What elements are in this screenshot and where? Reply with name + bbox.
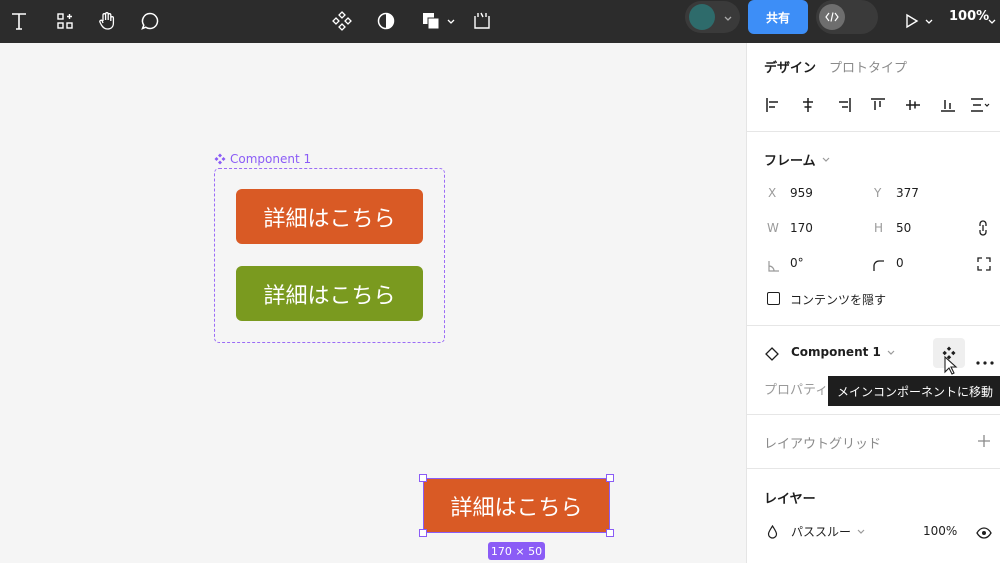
rotation-input[interactable]: 0°: [790, 256, 804, 270]
instance-component-name[interactable]: Component 1: [791, 345, 895, 359]
chevron-down-icon[interactable]: [987, 14, 997, 28]
variant-button-green[interactable]: 詳細はこちら: [236, 266, 423, 321]
align-right-icon[interactable]: [834, 95, 854, 115]
text-tool-icon[interactable]: [5, 7, 33, 35]
x-label: X: [768, 186, 777, 200]
blend-mode-value: パススルー: [791, 525, 852, 539]
chevron-down-icon[interactable]: [924, 14, 934, 28]
boolean-icon[interactable]: [417, 7, 445, 35]
code-icon: [819, 4, 845, 30]
divider: [747, 414, 1000, 415]
contrast-icon[interactable]: [372, 7, 400, 35]
corner-radius-icon: [873, 257, 885, 276]
resize-handle-top-left[interactable]: [419, 474, 427, 482]
toolbar: 共有 100%: [0, 0, 1000, 43]
properties-label: プロパティ: [764, 383, 829, 398]
layer-title: レイヤー: [764, 492, 816, 507]
h-label: H: [874, 221, 884, 235]
selected-instance-button[interactable]: 詳細はこちら: [423, 478, 610, 533]
resize-handle-bottom-left[interactable]: [419, 529, 427, 537]
align-left-icon[interactable]: [763, 95, 783, 115]
size-badge: 170 × 50: [488, 542, 545, 560]
share-button[interactable]: 共有: [748, 0, 808, 34]
divider: [747, 325, 1000, 326]
avatar[interactable]: [689, 4, 715, 30]
chevron-down-icon: [887, 350, 895, 355]
individual-corners-icon[interactable]: [977, 256, 991, 275]
align-vertical-center-icon[interactable]: [903, 95, 923, 115]
component-icon: [214, 153, 226, 165]
divider: [747, 131, 1000, 132]
component-name: Component 1: [230, 152, 312, 166]
rotation-icon: [767, 257, 779, 276]
x-input[interactable]: 959: [790, 186, 813, 200]
crop-icon[interactable]: [468, 7, 496, 35]
frame-title: フレーム: [764, 154, 816, 169]
tab-prototype[interactable]: プロトタイプ: [829, 57, 907, 76]
cursor-icon: [944, 355, 958, 380]
distribute-icon[interactable]: [970, 95, 990, 115]
resize-handle-top-right[interactable]: [606, 474, 614, 482]
hand-tool-icon[interactable]: [93, 7, 121, 35]
clip-content-label: コンテンツを隠す: [790, 293, 887, 307]
opacity-input[interactable]: 100%: [923, 524, 957, 538]
variant-button-orange[interactable]: 詳細はこちら: [236, 189, 423, 244]
chevron-down-icon: [723, 11, 733, 25]
canvas[interactable]: Component 1 詳細はこちら 詳細はこちら 詳細はこちら 170 × 5…: [0, 43, 746, 563]
w-label: W: [767, 221, 779, 235]
blend-mode-select[interactable]: パススルー: [791, 523, 865, 540]
comment-icon[interactable]: [136, 7, 164, 35]
divider: [747, 468, 1000, 469]
chevron-down-icon: [857, 529, 865, 534]
h-input[interactable]: 50: [896, 221, 911, 235]
dev-mode-toggle[interactable]: [816, 0, 878, 34]
tab-design[interactable]: デザイン: [764, 57, 816, 76]
add-layout-grid-icon[interactable]: [977, 433, 991, 452]
align-bottom-icon[interactable]: [938, 95, 958, 115]
constrain-proportions-icon[interactable]: [977, 220, 989, 240]
component-name: Component 1: [791, 345, 881, 359]
component-frame-label[interactable]: Component 1: [214, 152, 311, 166]
align-top-icon[interactable]: [868, 95, 888, 115]
y-input[interactable]: 377: [896, 186, 919, 200]
layout-grid-title: レイアウトグリッド: [764, 437, 882, 452]
blend-mode-icon: [767, 524, 778, 543]
w-input[interactable]: 170: [790, 221, 813, 235]
more-options-icon[interactable]: [976, 350, 994, 369]
properties-panel: デザイン プロトタイプ フレーム X 959 Y 377 W 170 H 50 …: [746, 43, 1000, 563]
present-icon[interactable]: [898, 7, 926, 35]
eye-icon[interactable]: [976, 524, 992, 543]
component-icon[interactable]: [328, 7, 356, 35]
zoom-level[interactable]: 100%: [949, 9, 989, 24]
resources-icon[interactable]: [51, 7, 79, 35]
resize-handle-bottom-right[interactable]: [606, 529, 614, 537]
multiplayer-avatar[interactable]: [685, 1, 740, 33]
tooltip: メインコンポーネントに移動: [828, 376, 1000, 406]
align-horizontal-center-icon[interactable]: [798, 95, 818, 115]
frame-section-title[interactable]: フレーム: [764, 150, 830, 169]
clip-content-checkbox[interactable]: [767, 292, 780, 305]
corner-radius-input[interactable]: 0: [896, 256, 904, 270]
instance-icon: [765, 346, 779, 365]
chevron-down-icon[interactable]: [446, 14, 456, 28]
chevron-down-icon: [822, 157, 830, 162]
y-label: Y: [874, 186, 882, 200]
